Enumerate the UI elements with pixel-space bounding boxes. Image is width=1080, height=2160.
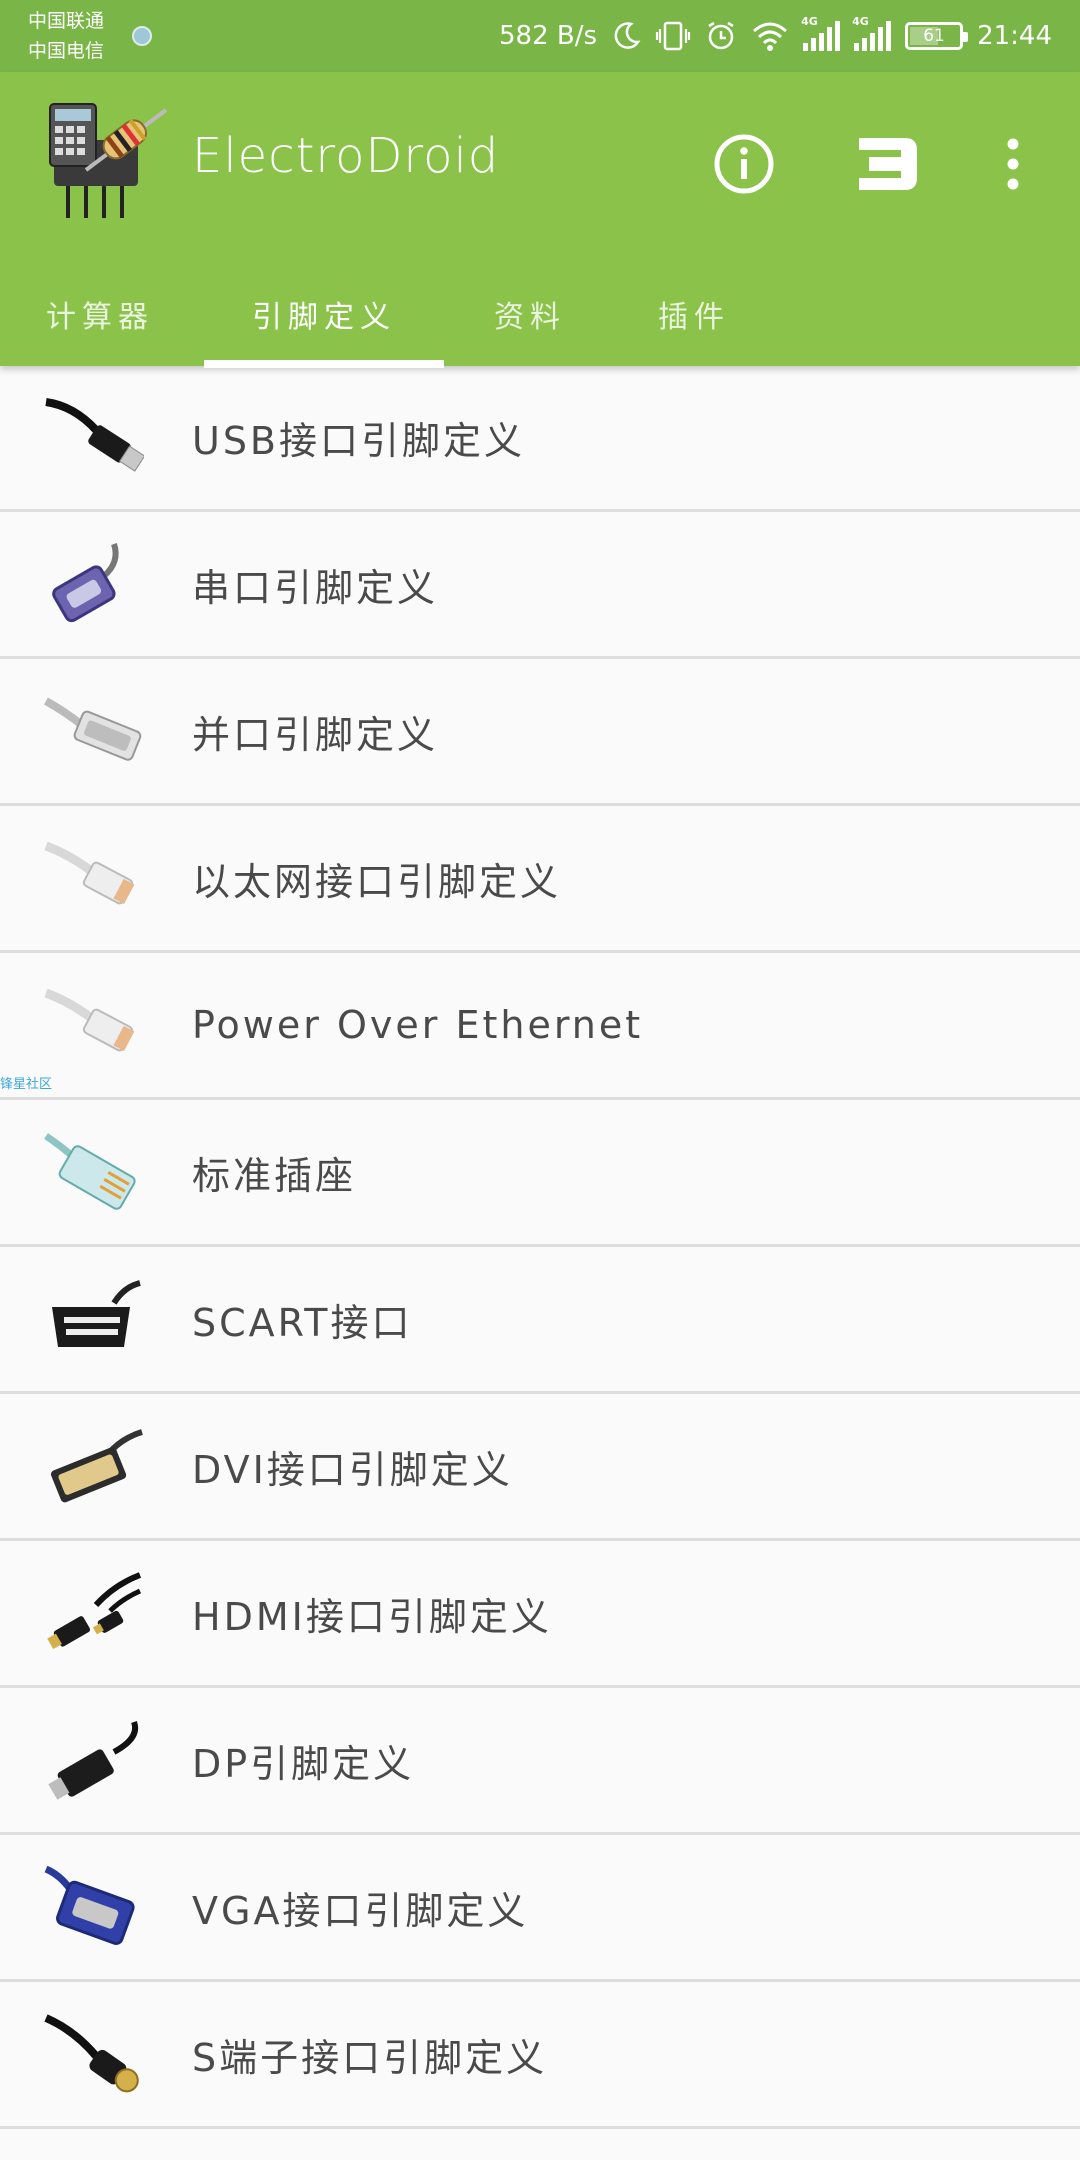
displayport-plug-icon bbox=[44, 1718, 144, 1804]
info-button[interactable] bbox=[696, 116, 792, 212]
hdmi-cable-icon bbox=[44, 1571, 144, 1657]
app-bar: ElectroDroid 计算器 引脚定义 资料 插件 bbox=[0, 72, 1080, 368]
app-logo-icon bbox=[46, 100, 172, 222]
alarm-icon bbox=[705, 20, 737, 52]
list-item-usb[interactable]: USB接口引脚定义 bbox=[0, 366, 1080, 512]
parallel-port-icon bbox=[44, 689, 144, 775]
network-speed: 582 B/s bbox=[499, 21, 598, 51]
list-item-displayport[interactable]: DP引脚定义 bbox=[0, 1688, 1080, 1835]
list-item-modular[interactable]: 标准插座 bbox=[0, 1100, 1080, 1247]
more-vert-icon bbox=[1007, 138, 1019, 190]
list-item-label: 以太网接口引脚定义 bbox=[192, 859, 562, 904]
tab-bar: 计算器 引脚定义 资料 插件 bbox=[0, 262, 1080, 368]
battery-icon: 61 bbox=[905, 22, 969, 50]
pinout-plugin-button[interactable] bbox=[840, 116, 936, 212]
dvi-plug-icon bbox=[44, 1424, 144, 1510]
vga-plug-icon bbox=[44, 1865, 144, 1951]
poe-plug-icon bbox=[44, 983, 144, 1069]
list-item-ethernet[interactable]: 以太网接口引脚定义 bbox=[0, 806, 1080, 953]
list-item-serial[interactable]: 串口引脚定义 bbox=[0, 512, 1080, 659]
list-item-label: 串口引脚定义 bbox=[192, 565, 439, 610]
clock: 21:44 bbox=[977, 21, 1052, 51]
watermark-text: 锋星社区 bbox=[0, 1077, 53, 1092]
active-tab-indicator bbox=[204, 360, 444, 368]
list-item-hdmi[interactable]: HDMI接口引脚定义 bbox=[0, 1541, 1080, 1688]
info-icon bbox=[714, 134, 774, 194]
pinout-list: USB接口引脚定义 串口引脚定义 并口引脚定义 以太网接口引脚定义 Power … bbox=[0, 366, 1080, 2129]
list-item-label: 并口引脚定义 bbox=[192, 712, 439, 757]
carrier-2: 中国电信 bbox=[28, 40, 105, 62]
usb-cable-icon bbox=[44, 396, 146, 482]
connector-icon bbox=[859, 138, 917, 190]
app-title: ElectroDroid bbox=[192, 128, 500, 184]
moon-icon bbox=[611, 21, 641, 51]
tab-pinouts[interactable]: 引脚定义 bbox=[204, 262, 444, 366]
vibrate-icon bbox=[655, 21, 691, 51]
list-item-parallel[interactable]: 并口引脚定义 bbox=[0, 659, 1080, 806]
list-item-label: 标准插座 bbox=[192, 1153, 357, 1198]
tab-plugins[interactable]: 插件 bbox=[654, 262, 734, 366]
list-item-poe[interactable]: Power Over Ethernet bbox=[0, 953, 1080, 1100]
list-item-s-video[interactable]: S端子接口引脚定义 bbox=[0, 1982, 1080, 2129]
hd-badge-icon bbox=[132, 26, 152, 46]
ethernet-plug-icon bbox=[44, 836, 144, 922]
signal-strength-icon: 4G bbox=[801, 15, 841, 51]
list-item-scart[interactable]: SCART接口 bbox=[0, 1247, 1080, 1394]
list-item-dvi[interactable]: DVI接口引脚定义 bbox=[0, 1394, 1080, 1541]
status-bar: 中国联通 中国电信 582 B/s 4G 4G 61 21:44 bbox=[0, 0, 1080, 72]
list-item-label: HDMI接口引脚定义 bbox=[192, 1594, 552, 1639]
list-item-label: DVI接口引脚定义 bbox=[192, 1447, 513, 1492]
serial-port-icon bbox=[44, 542, 144, 628]
list-item-label: Power Over Ethernet bbox=[192, 1003, 644, 1047]
signal-strength-icon-2: 4G bbox=[852, 15, 892, 51]
list-item-label: SCART接口 bbox=[192, 1300, 413, 1345]
carrier-1: 中国联通 bbox=[28, 10, 105, 32]
list-item-vga[interactable]: VGA接口引脚定义 bbox=[0, 1835, 1080, 1982]
s-video-plug-icon bbox=[44, 2012, 144, 2098]
modular-plug-icon bbox=[44, 1130, 144, 1216]
wifi-icon bbox=[751, 21, 789, 51]
list-item-label: USB接口引脚定义 bbox=[192, 419, 526, 463]
tab-resources[interactable]: 资料 bbox=[490, 262, 570, 366]
list-item-label: VGA接口引脚定义 bbox=[192, 1888, 529, 1933]
carrier-names: 中国联通 中国电信 bbox=[28, 6, 104, 66]
overflow-menu-button[interactable] bbox=[965, 116, 1061, 212]
list-item-label: S端子接口引脚定义 bbox=[192, 2035, 548, 2080]
tab-calculators[interactable]: 计算器 bbox=[40, 262, 160, 366]
list-item-label: DP引脚定义 bbox=[192, 1741, 415, 1786]
scart-plug-icon bbox=[44, 1277, 144, 1363]
